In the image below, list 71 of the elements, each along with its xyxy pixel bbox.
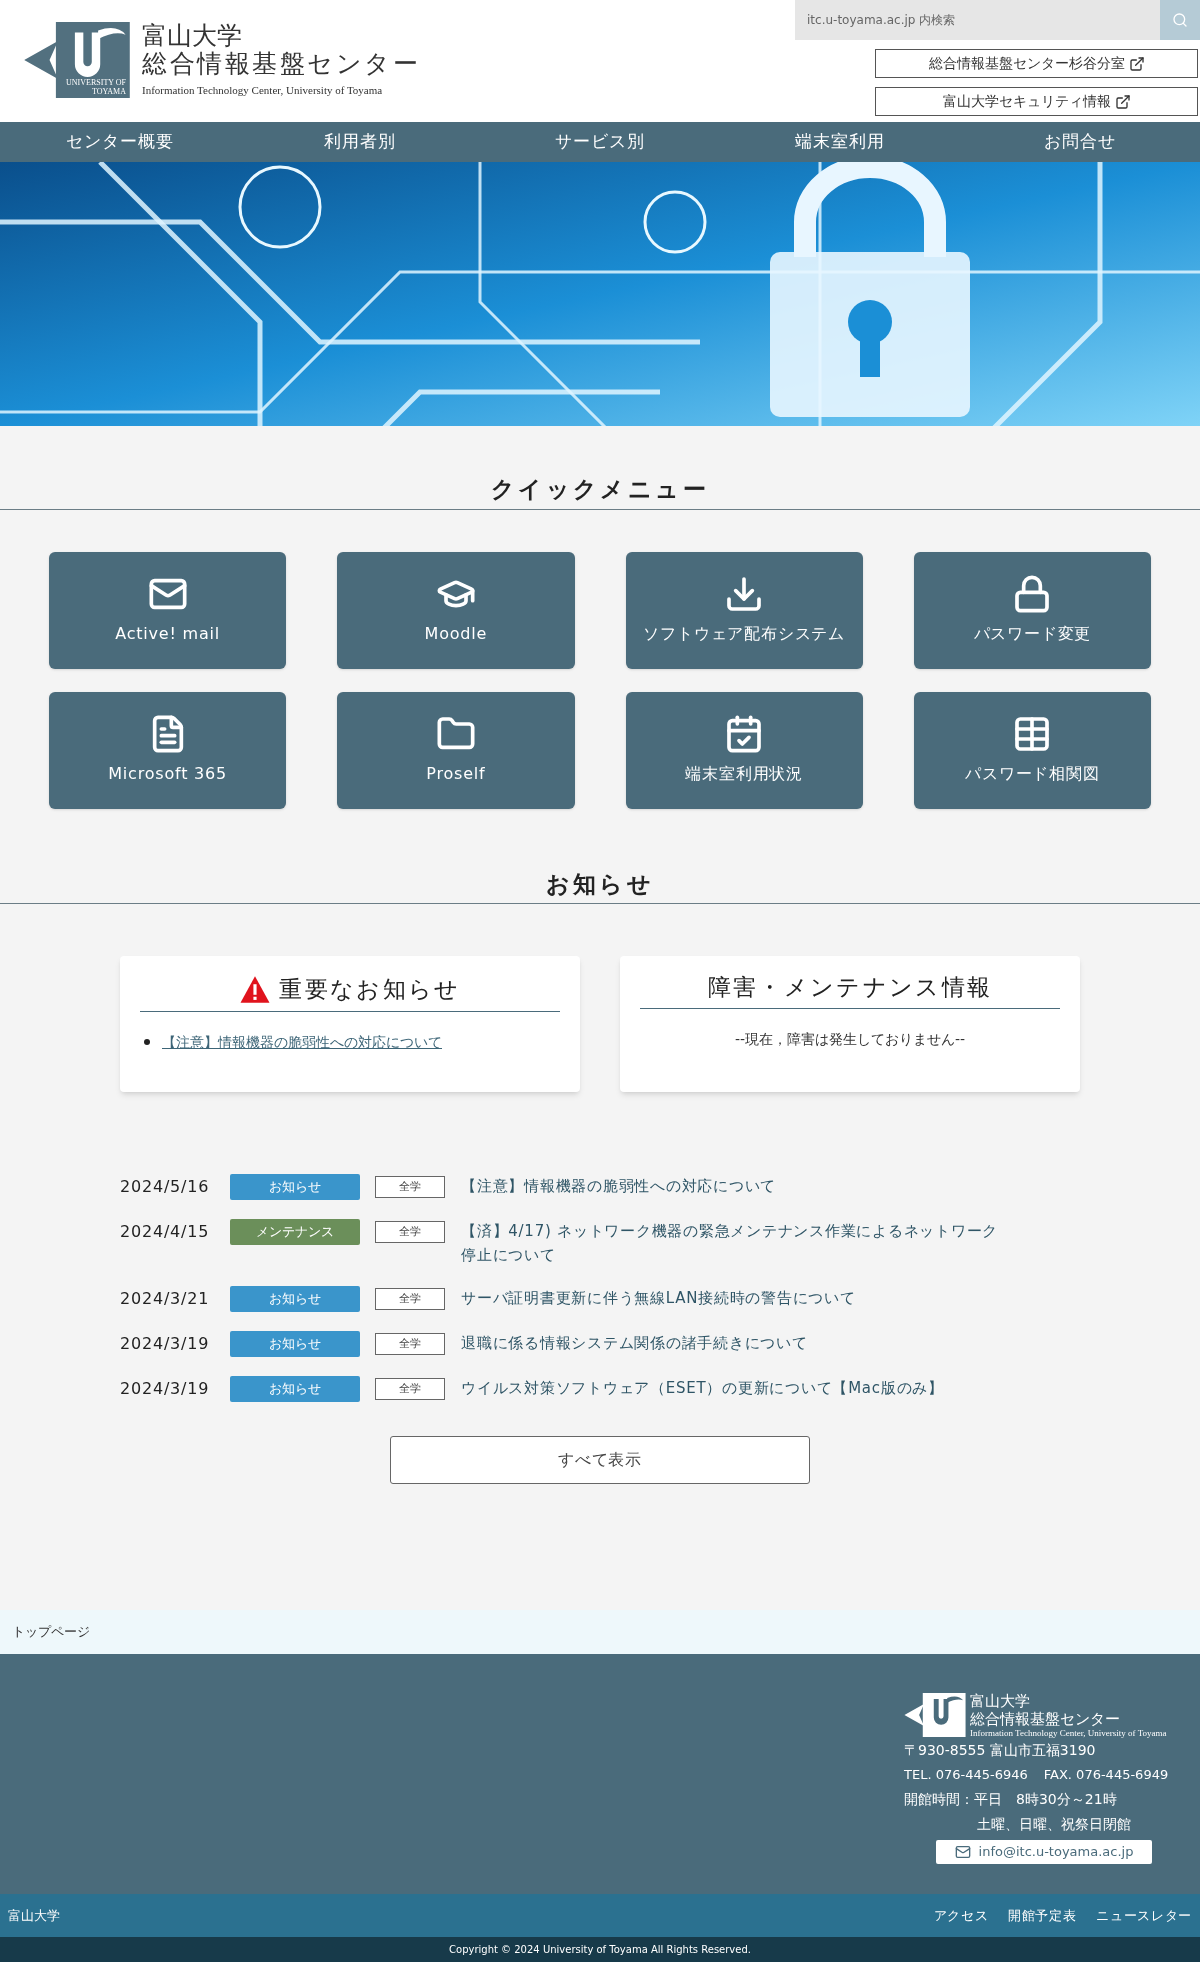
section-title: お知らせ — [545, 869, 655, 899]
footer-link[interactable]: ニュースレター — [1096, 1905, 1192, 1926]
site-title: 富山大学 — [142, 22, 243, 50]
quick-menu-tile[interactable]: パスワード相関図 — [913, 691, 1151, 809]
nav-item[interactable]: 端末室利用 — [720, 129, 960, 155]
university-logo-icon — [904, 1693, 966, 1737]
quick-menu-tile[interactable]: Active! mail — [49, 551, 287, 669]
footer-title: 総合情報基盤センター — [970, 1710, 1121, 1728]
notice-link[interactable]: 【注意】情報機器の脆弱性への対応について — [162, 1031, 442, 1053]
show-all-button[interactable]: すべて表示 — [390, 1436, 810, 1484]
scope-tag: 全学 — [375, 1288, 445, 1310]
news-date: 2024/3/19 — [120, 1378, 211, 1400]
footer-phone: TEL. 076-445-6946 — [904, 1765, 1028, 1784]
scope-tag: 全学 — [375, 1221, 445, 1243]
footer-subtitle: Information Technology Center, University of Toyama — [970, 1728, 1167, 1738]
warning-icon — [239, 974, 272, 1004]
copyright: Copyright © 2024 University of Toyama All Rights Reserved. — [449, 1943, 751, 1957]
news-link[interactable]: 【済】4/17) ネットワーク機器の緊急メンテナンス作業によるネットワーク停止について — [461, 1219, 1006, 1267]
search-button[interactable] — [1160, 0, 1200, 40]
footer-hours: 開館時間：平日 8時30分～21時 — [904, 1790, 1118, 1809]
category-badge: お知らせ — [230, 1174, 360, 1200]
footer-fax: FAX. 076-445-6949 — [1043, 1765, 1169, 1784]
quick-menu-tile[interactable]: Proself — [337, 691, 575, 809]
quick-menu-tile[interactable]: Moodle — [337, 551, 575, 669]
section-title: クイックメニュー — [490, 475, 710, 504]
card-title: 重要なお知らせ — [279, 975, 461, 1004]
news-date: 2024/3/21 — [120, 1288, 211, 1310]
external-link-icon — [1128, 55, 1145, 72]
news-date: 2024/3/19 — [120, 1333, 211, 1355]
category-badge: お知らせ — [230, 1376, 360, 1402]
logo-text: UNIVERSITY OF TOYAMA — [65, 78, 127, 97]
nav-item[interactable]: センター概要 — [0, 129, 240, 155]
news-date: 2024/4/15 — [120, 1221, 211, 1243]
bullet-icon — [144, 1039, 150, 1045]
news-link[interactable]: サーバ証明書更新に伴う無線LAN接続時の警告について — [461, 1286, 1006, 1310]
news-date: 2024/5/16 — [120, 1176, 211, 1198]
news-link[interactable]: ウイルス対策ソフトウェア（ESET）の更新について【Mac版のみ】 — [461, 1376, 1006, 1400]
nav-item[interactable]: お問合せ — [960, 129, 1200, 155]
site-subtitle: Information Technology Center, University of Toyama — [142, 83, 384, 98]
footer-title: 富山大学 — [970, 1692, 1031, 1710]
category-badge: お知らせ — [230, 1331, 360, 1357]
university-link[interactable]: 富山大学 — [8, 1905, 60, 1926]
scope-tag: 全学 — [375, 1176, 445, 1198]
scope-tag: 全学 — [375, 1378, 445, 1400]
quick-menu-tile[interactable]: ソフトウェア配布システム — [625, 551, 863, 669]
category-badge: メンテナンス — [230, 1219, 360, 1245]
news-link[interactable]: 退職に係る情報システム関係の諸手続きについて — [461, 1331, 1006, 1355]
nav-item[interactable]: 利用者別 — [240, 129, 480, 155]
footer-link[interactable]: 開館予定表 — [1008, 1905, 1077, 1926]
quick-menu-tile[interactable]: パスワード変更 — [913, 551, 1151, 669]
footer-link[interactable]: アクセス — [933, 1905, 989, 1926]
scope-tag: 全学 — [375, 1333, 445, 1355]
external-link[interactable]: 富山大学セキュリティ情報 — [875, 87, 1198, 116]
breadcrumb-link[interactable]: トップページ — [12, 1622, 90, 1642]
card-title: 障害・メンテナンス情報 — [707, 972, 993, 1002]
search-icon — [1172, 12, 1188, 28]
quick-menu-tile[interactable]: Microsoft 365 — [49, 691, 287, 809]
footer-closed-days: 土曜、日曜、祝祭日閉館 — [904, 1811, 1194, 1836]
external-link[interactable]: 総合情報基盤センター杉谷分室 — [875, 49, 1198, 78]
footer-address: 〒930-8555 富山市五福3190 — [904, 1741, 1097, 1760]
university-logo-icon — [24, 22, 130, 99]
quick-menu-tile[interactable]: 端末室利用状況 — [625, 691, 863, 809]
category-badge: お知らせ — [230, 1286, 360, 1312]
external-link-icon — [1114, 93, 1131, 110]
search-field[interactable]: itc.u-toyama.ac.jp 内検索 — [795, 0, 1160, 40]
news-link[interactable]: 【注意】情報機器の脆弱性への対応について — [461, 1174, 1006, 1198]
mail-icon — [954, 1844, 971, 1860]
nav-item[interactable]: サービス別 — [480, 129, 720, 155]
site-title: 総合情報基盤センター — [142, 50, 420, 78]
email-button[interactable]: info@itc.u-toyama.ac.jp — [936, 1840, 1152, 1864]
status-message: --現在，障害は発生しておりません-- — [733, 1030, 967, 1049]
